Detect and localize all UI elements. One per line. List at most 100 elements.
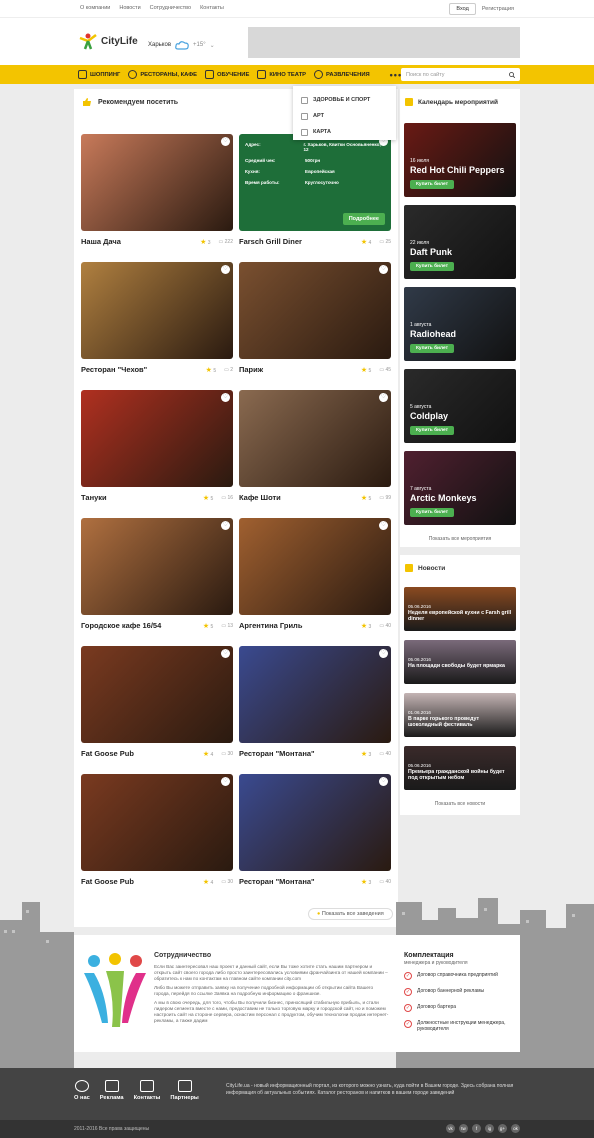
dropdown-item-health[interactable]: ЗДОРОВЬЕ И СПОРТ xyxy=(301,92,388,108)
kit-item[interactable]: ✓ Договор бартера xyxy=(404,1004,514,1012)
heart-icon[interactable]: ♡ xyxy=(379,265,388,274)
venue-card[interactable]: ♡ Аргентина Гриль ★ 3 ▭ 40 xyxy=(239,518,391,630)
nav-shopping[interactable]: ШОППИНГ xyxy=(78,70,120,79)
venue-photo[interactable]: ♡ xyxy=(81,134,233,231)
venue-photo[interactable]: ♡ xyxy=(81,774,233,871)
event-card[interactable]: 5 августа Coldplay Купить билет xyxy=(404,369,516,443)
top-link-cooperation[interactable]: Сотрудничество xyxy=(150,5,191,11)
venue-card[interactable]: ♡ Fat Goose Pub ★ 4 ▭ 30 xyxy=(81,774,233,886)
dropdown-item-art[interactable]: АРТ xyxy=(301,108,388,124)
venue-card[interactable]: ♡ Наша Дача ★ 3 ▭ 222 xyxy=(81,134,233,246)
google-plus-icon[interactable]: g+ xyxy=(498,1124,507,1133)
heart-icon[interactable]: ♡ xyxy=(221,521,230,530)
show-all-news-link[interactable]: Показать все новости xyxy=(400,801,520,807)
heart-icon[interactable]: ♡ xyxy=(379,777,388,786)
news-title-text: Новости xyxy=(418,564,446,572)
venue-photo[interactable]: ♡ xyxy=(239,518,391,615)
heart-icon[interactable]: ♡ xyxy=(221,777,230,786)
heart-icon[interactable]: ♡ xyxy=(221,137,230,146)
heart-icon[interactable]: ♡ xyxy=(221,649,230,658)
login-button[interactable]: Вход xyxy=(449,3,476,15)
vk-icon[interactable]: vk xyxy=(446,1124,455,1133)
logo-icon xyxy=(79,33,97,50)
venue-photo[interactable]: ♡ xyxy=(239,390,391,487)
footer-link-about[interactable]: О нас xyxy=(74,1080,90,1101)
register-link[interactable]: Регистрация xyxy=(482,6,514,12)
events-title: Календарь мероприятий xyxy=(405,98,498,106)
event-card[interactable]: 22 июля Daft Punk Купить билет xyxy=(404,205,516,279)
news-card[interactable]: 01.06.2016 В парке горького проведут шок… xyxy=(404,693,516,737)
venue-name[interactable]: Наша Дача xyxy=(81,237,121,246)
search-input[interactable]: Поиск по сайту xyxy=(401,68,520,81)
logo[interactable]: CityLife xyxy=(78,32,138,50)
event-card[interactable]: 16 июля Red Hot Chili Peppers Купить бил… xyxy=(404,123,516,197)
footer-link-contacts[interactable]: Контакты xyxy=(134,1080,160,1101)
footer-link-ads[interactable]: Реклама xyxy=(100,1080,124,1101)
venue-photo[interactable]: ♡ xyxy=(239,774,391,871)
search-icon[interactable] xyxy=(509,71,515,78)
venue-card[interactable]: ♡ Тануки ★ 5 ▭ 16 xyxy=(81,390,233,502)
venue-photo[interactable]: ♡ xyxy=(81,262,233,359)
buy-ticket-button[interactable]: Купить билет xyxy=(410,344,454,353)
kit-item[interactable]: ✓ Договор справочника предприятий xyxy=(404,972,514,980)
venue-photo[interactable]: ♡ xyxy=(81,390,233,487)
heart-icon[interactable]: ♡ xyxy=(379,521,388,530)
venue-card[interactable]: ♡ Ресторан "Чехов" ★ 5 ▭ 2 xyxy=(81,262,233,374)
footer-link-partners[interactable]: Партнеры xyxy=(170,1080,199,1101)
top-link-news[interactable]: Новости xyxy=(119,5,140,11)
nav-restaurants[interactable]: РЕСТОРАНЫ, КАФЕ xyxy=(128,70,197,79)
kit-item[interactable]: ✓ Договор баннерной рекламы xyxy=(404,988,514,996)
top-link-about[interactable]: О компании xyxy=(80,5,110,11)
venue-name[interactable]: Кафе Шоти xyxy=(239,493,281,502)
venue-card[interactable]: ♡ Городское кафе 16/54 ★ 5 ▭ 13 xyxy=(81,518,233,630)
nav-education[interactable]: ОБУЧЕНИЕ xyxy=(205,70,249,79)
facebook-icon[interactable]: f xyxy=(472,1124,481,1133)
venue-name[interactable]: Fat Goose Pub xyxy=(81,749,134,758)
ad-banner[interactable] xyxy=(248,27,520,58)
venue-photo[interactable]: ♡ xyxy=(239,646,391,743)
event-card[interactable]: 1 августа Radiohead Купить билет xyxy=(404,287,516,361)
odnoklassniki-icon[interactable]: ok xyxy=(511,1124,520,1133)
venue-card[interactable]: ♡ Ресторан "Монтана" ★ 3 ▭ 40 xyxy=(239,646,391,758)
show-all-events-link[interactable]: Показать все мероприятия xyxy=(400,536,520,542)
venue-name[interactable]: Ресторан "Монтана" xyxy=(239,749,315,758)
city-selector[interactable]: Харьков +15° ⌄ xyxy=(148,40,215,50)
venue-card[interactable]: Адрес: г. Харьков, Квитки Основьяненко, 1… xyxy=(239,134,391,246)
venue-photo[interactable]: ♡ xyxy=(81,646,233,743)
buy-ticket-button[interactable]: Купить билет xyxy=(410,180,454,189)
venue-name[interactable]: Ресторан "Чехов" xyxy=(81,365,147,374)
venue-name[interactable]: Аргентина Гриль xyxy=(239,621,302,630)
kit-item[interactable]: ✓ Должностные инструкции менеджера, руков… xyxy=(404,1020,514,1032)
venue-meta: ★ 3 ▭ 40 xyxy=(361,622,391,630)
buy-ticket-button[interactable]: Купить билет xyxy=(410,508,454,517)
dropdown-item-map[interactable]: КАРТА xyxy=(301,124,388,140)
venue-rating: 4 xyxy=(210,752,214,758)
venue-card[interactable]: ♡ Ресторан "Монтана" ★ 3 ▭ 40 xyxy=(239,774,391,886)
dropdown-label: КАРТА xyxy=(313,129,331,135)
heart-icon[interactable]: ♡ xyxy=(221,393,230,402)
news-card[interactable]: 05.06.2016 Премьера гражданской войны бу… xyxy=(404,746,516,790)
venue-card[interactable]: ♡ Кафе Шоти ★ 5 ▭ 99 xyxy=(239,390,391,502)
heart-icon[interactable]: ♡ xyxy=(379,649,388,658)
venue-name[interactable]: Париж xyxy=(239,365,263,374)
nav-entertainment[interactable]: РАЗВЛЕЧЕНИЯ xyxy=(314,70,370,79)
news-card[interactable]: 05.06.2016 Неделя европейской кухни с Fa… xyxy=(404,587,516,631)
venue-name[interactable]: Тануки xyxy=(81,493,107,502)
nav-cinema[interactable]: КИНО ТЕАТР xyxy=(257,70,306,79)
instagram-icon[interactable]: ig xyxy=(485,1124,494,1133)
venue-card[interactable]: ♡ Fat Goose Pub ★ 4 ▭ 30 xyxy=(81,646,233,758)
venue-card[interactable]: ♡ Париж ★ 5 ▭ 45 xyxy=(239,262,391,374)
heart-icon[interactable]: ♡ xyxy=(221,265,230,274)
news-card[interactable]: 05.06.2016 На площади свободы будет ярма… xyxy=(404,640,516,684)
details-button[interactable]: Подробнее xyxy=(342,213,385,225)
top-link-contacts[interactable]: Контакты xyxy=(200,5,224,11)
twitter-icon[interactable]: tw xyxy=(459,1124,468,1133)
venue-name[interactable]: Farsch Grill Diner xyxy=(239,237,302,246)
buy-ticket-button[interactable]: Купить билет xyxy=(410,262,454,271)
venue-name[interactable]: Городское кафе 16/54 xyxy=(81,621,161,630)
event-card[interactable]: 7 августа Arctic Monkeys Купить билет xyxy=(404,451,516,525)
venue-photo[interactable]: ♡ xyxy=(81,518,233,615)
buy-ticket-button[interactable]: Купить билет xyxy=(410,426,454,435)
heart-icon[interactable]: ♡ xyxy=(379,393,388,402)
venue-photo[interactable]: ♡ xyxy=(239,262,391,359)
